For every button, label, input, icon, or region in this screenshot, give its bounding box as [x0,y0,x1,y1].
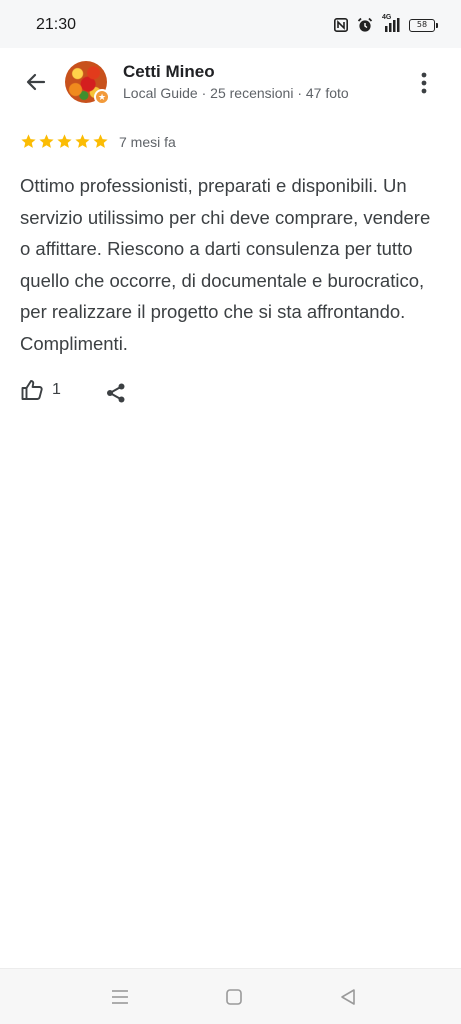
star-rating [20,133,109,150]
system-nav-bar [0,968,461,1024]
review-page: 21:30 4G 58 ★ Cetti Mineo Local Guide · … [0,0,461,1024]
reviewer-meta: Local Guide · 25 recensioni · 47 foto [123,85,349,101]
star-icon [21,134,36,148]
battery-icon: 58 [409,18,438,32]
star-icon [75,134,90,148]
more-vert-icon [421,72,427,94]
review-text: Ottimo professionisti, preparati e dispo… [20,175,431,354]
back-triangle-icon [341,989,355,1005]
star-icon [93,134,108,148]
share-button[interactable] [103,380,129,406]
reviewer-name[interactable]: Cetti Mineo [123,62,215,82]
avatar[interactable]: ★ [65,61,110,105]
battery-level: 58 [416,20,428,29]
thumb-up-icon [21,380,43,400]
status-icons: 4G 58 [334,14,438,33]
more-options-button[interactable] [410,68,438,98]
status-bar: 21:30 4G 58 [0,0,461,48]
arrow-left-icon [26,73,46,91]
menu-icon [112,990,128,1004]
home-icon [226,989,242,1005]
nav-home-button[interactable] [223,987,245,1007]
nav-menu-button[interactable] [109,987,131,1007]
rating-row: 7 mesi fa [20,133,176,150]
signal-icon: 4G [382,14,400,32]
like-count: 1 [52,381,61,398]
back-button[interactable] [20,66,52,98]
like-button[interactable]: 1 [20,378,61,402]
review-date: 7 mesi fa [119,133,176,150]
star-icon [57,134,72,148]
nfc-icon [334,18,348,32]
share-icon [107,383,125,403]
star-icon [39,134,54,148]
status-time: 21:30 [36,16,77,33]
nav-back-button[interactable] [337,987,359,1007]
local-guide-badge-icon: ★ [94,89,110,105]
alarm-icon [357,17,373,32]
